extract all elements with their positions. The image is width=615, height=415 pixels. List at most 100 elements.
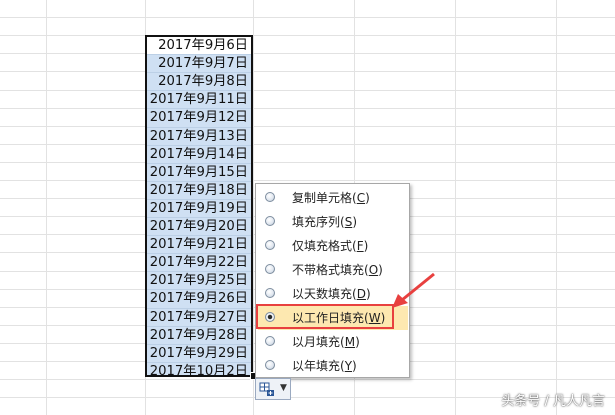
menu-item-label: 填充序列(S) xyxy=(292,210,357,234)
menu-item-text: 仅填充格式 xyxy=(292,239,353,253)
cell-divider xyxy=(147,289,251,291)
watermark: 头条号 / 凡人凡言 xyxy=(501,394,605,409)
cell-divider xyxy=(147,126,251,128)
date-cell[interactable]: 2017年9月15日 xyxy=(147,164,251,182)
row-gridline xyxy=(0,162,615,163)
date-cell[interactable]: 2017年9月6日 xyxy=(147,37,251,55)
menu-item-label: 复制单元格(C) xyxy=(292,186,370,210)
paren-close: ) xyxy=(363,239,369,253)
date-cell[interactable]: 2017年9月26日 xyxy=(147,290,251,308)
radio-icon xyxy=(265,264,275,274)
menu-item-text: 填充序列 xyxy=(292,215,341,229)
cell-divider xyxy=(147,361,251,363)
cell-divider xyxy=(147,108,251,110)
date-cell[interactable]: 2017年9月18日 xyxy=(147,182,251,200)
menu-item-accelerator: M xyxy=(344,335,356,349)
cell-divider xyxy=(147,162,251,164)
cell-divider xyxy=(147,307,251,309)
date-cell[interactable]: 2017年9月28日 xyxy=(147,327,251,345)
cell-divider xyxy=(147,144,251,146)
date-cell[interactable]: 2017年9月22日 xyxy=(147,254,251,272)
menu-item-text: 以年填充 xyxy=(292,359,341,373)
cell-divider xyxy=(147,271,251,273)
radio-icon xyxy=(265,360,275,370)
selected-range[interactable]: 2017年9月6日 2017年9月7日 2017年9月8日 2017年9月11日 201… xyxy=(145,35,253,379)
autofill-options-button[interactable]: ▼ xyxy=(255,378,291,400)
date-cell[interactable]: 2017年9月13日 xyxy=(147,128,251,146)
menu-item[interactable]: 仅填充格式(F) xyxy=(258,234,408,258)
row-gridline xyxy=(0,108,615,109)
date-cell[interactable]: 2017年9月27日 xyxy=(147,309,251,327)
date-cell[interactable]: 2017年9月11日 xyxy=(147,91,251,109)
menu-item[interactable]: 不带格式填充(O) xyxy=(258,258,408,282)
menu-item-accelerator: O xyxy=(368,263,379,277)
radio-icon xyxy=(265,240,275,250)
row-gridline xyxy=(0,35,615,36)
date-cell[interactable]: 2017年10月2日 xyxy=(147,363,251,381)
annotation-arrow-icon xyxy=(392,272,435,308)
date-cell[interactable]: 2017年9月8日 xyxy=(147,73,251,91)
menu-item-text: 复制单元格 xyxy=(292,191,353,205)
date-cell[interactable]: 2017年9月14日 xyxy=(147,146,251,164)
cell-divider xyxy=(147,217,251,218)
row-gridline xyxy=(0,144,615,145)
row-gridline xyxy=(0,126,615,127)
cell-divider xyxy=(147,325,251,327)
column-gridline xyxy=(556,0,557,415)
cell-divider xyxy=(147,180,251,182)
menu-item-accelerator: D xyxy=(356,287,366,301)
menu-item[interactable]: 复制单元格(C) xyxy=(258,186,408,210)
row-gridline xyxy=(0,71,615,72)
menu-item-label: 以年填充(Y) xyxy=(292,354,357,378)
radio-icon xyxy=(265,192,275,202)
column-gridline xyxy=(253,0,254,415)
row-gridline xyxy=(0,17,615,18)
column-gridline xyxy=(46,0,47,415)
paren-close: ) xyxy=(352,215,358,229)
paren-close: ) xyxy=(355,335,360,349)
date-cell[interactable]: 2017年9月21日 xyxy=(147,236,251,254)
menu-item[interactable]: 以月填充(M) xyxy=(258,330,408,354)
paren-close: ) xyxy=(365,287,371,301)
highlight-box xyxy=(256,304,394,329)
menu-item-text: 不带格式填充 xyxy=(292,263,365,277)
date-cell[interactable]: 2017年9月7日 xyxy=(147,55,251,73)
cell-divider xyxy=(147,54,251,56)
cell-divider xyxy=(147,198,251,200)
row-gridline xyxy=(0,90,615,91)
row-gridline xyxy=(0,53,615,54)
cell-divider xyxy=(147,235,251,237)
menu-item[interactable]: 以年填充(Y) xyxy=(258,354,408,378)
paren-close: ) xyxy=(365,191,370,205)
menu-item-accelerator: Y xyxy=(344,359,353,373)
menu-item-label: 以天数填充(D) xyxy=(292,282,371,306)
date-cell[interactable]: 2017年9月29日 xyxy=(147,345,251,363)
menu-item-label: 不带格式填充(O) xyxy=(292,258,383,282)
autofill-icon xyxy=(259,382,274,396)
row-gridline xyxy=(0,180,615,181)
cell-divider xyxy=(147,253,251,255)
date-cell[interactable]: 2017年9月25日 xyxy=(147,272,251,290)
menu-item[interactable]: 填充序列(S) xyxy=(258,210,408,234)
menu-item-text: 以天数填充 xyxy=(292,287,353,301)
paren-close: ) xyxy=(378,263,383,277)
menu-item-label: 仅填充格式(F) xyxy=(292,234,368,258)
row-gridline xyxy=(0,379,615,380)
chevron-down-icon: ▼ xyxy=(280,383,287,393)
menu-item-label: 以月填充(M) xyxy=(292,330,360,354)
paren-close: ) xyxy=(352,359,357,373)
cell-divider xyxy=(147,343,251,345)
radio-icon xyxy=(265,336,275,346)
date-cell[interactable]: 2017年9月19日 xyxy=(147,200,251,218)
menu-item-accelerator: C xyxy=(356,191,366,205)
menu-item-accelerator: F xyxy=(356,239,364,253)
cell-divider xyxy=(147,90,251,92)
menu-item-text: 以月填充 xyxy=(292,335,341,349)
cell-divider xyxy=(147,72,251,74)
column-gridline xyxy=(455,0,456,415)
date-cell[interactable]: 2017年9月12日 xyxy=(147,109,251,127)
radio-icon xyxy=(265,288,275,298)
date-cell[interactable]: 2017年9月20日 xyxy=(147,218,251,236)
menu-item[interactable]: 以天数填充(D) xyxy=(258,282,408,306)
autofill-options-menu: 复制单元格(C) 填充序列(S) 仅填充格式(F) 不带格式填充(O) 以天数填充(D)… xyxy=(255,183,410,378)
